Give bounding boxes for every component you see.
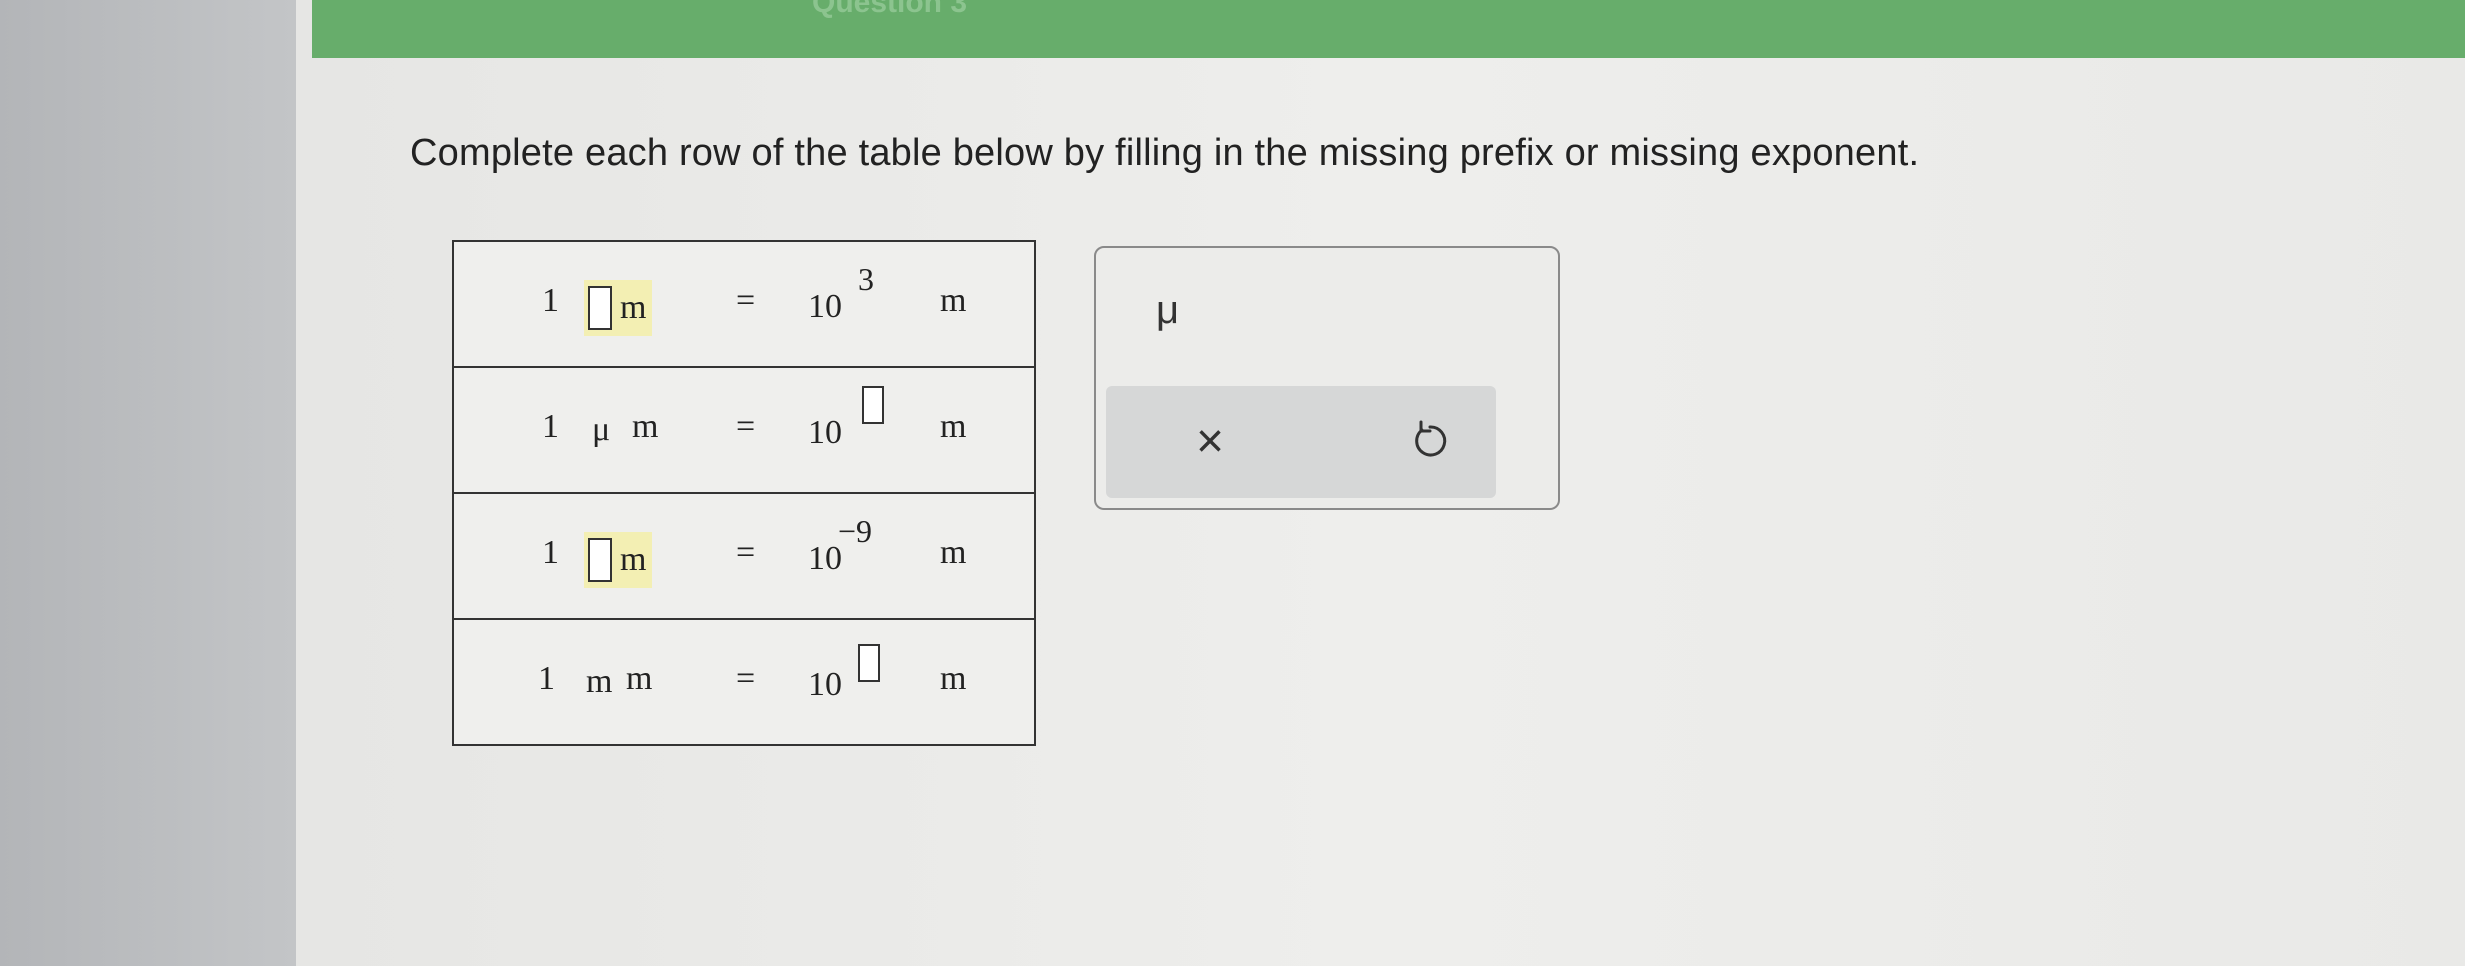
table-row: 1 m = 10 3 m bbox=[452, 240, 1036, 368]
quantity-one: 1 bbox=[542, 534, 559, 571]
exponent-slot bbox=[862, 380, 884, 430]
equals-sign: = bbox=[736, 408, 756, 445]
table-row: 1 μ m = 10 m bbox=[452, 366, 1036, 494]
equals-sign: = bbox=[736, 534, 756, 571]
quantity-one: 1 bbox=[542, 408, 559, 445]
exponent-slot bbox=[858, 638, 880, 688]
header-title: Question 3 bbox=[812, 0, 968, 19]
unit-label: m bbox=[632, 408, 659, 445]
symbol-palette: μ × bbox=[1094, 246, 1560, 510]
mu-key-button[interactable]: μ bbox=[1156, 288, 1179, 333]
prefix-answer-box[interactable] bbox=[588, 286, 612, 330]
base-ten: 10 bbox=[808, 414, 842, 451]
unit-m: m bbox=[940, 408, 967, 445]
clear-button[interactable]: × bbox=[1196, 414, 1224, 469]
exponent-value: −9 bbox=[838, 512, 873, 549]
unit-label: m bbox=[620, 289, 647, 326]
unit-m: m bbox=[940, 534, 967, 571]
header-bar: Question 3 bbox=[312, 0, 2465, 58]
table-row: 1 m = 10 −9 m bbox=[452, 492, 1036, 620]
equals-sign: = bbox=[736, 660, 756, 697]
exponent-answer-box[interactable] bbox=[862, 386, 884, 424]
conversion-table: 1 m = 10 3 m 1 μ m = 10 m 1 m = 10 −9 m … bbox=[452, 240, 1036, 746]
exponent-value: 3 bbox=[858, 260, 874, 297]
base-ten: 10 bbox=[808, 288, 842, 325]
prefix-value: m bbox=[586, 663, 613, 700]
quantity-one: 1 bbox=[542, 282, 559, 319]
prefix-highlight: m bbox=[584, 280, 653, 336]
unit-m: m bbox=[940, 282, 967, 319]
exponent-answer-box[interactable] bbox=[858, 644, 880, 682]
left-gutter bbox=[0, 0, 312, 966]
base-ten: 10 bbox=[808, 666, 842, 703]
prefix-answer-box[interactable] bbox=[588, 538, 612, 582]
unit-label: m bbox=[620, 541, 647, 578]
prefix-highlight: m bbox=[584, 532, 653, 588]
equals-sign: = bbox=[736, 282, 756, 319]
unit-m: m bbox=[940, 660, 967, 697]
palette-action-bar: × bbox=[1106, 386, 1496, 498]
quantity-one: 1 bbox=[538, 660, 555, 697]
unit-label: m bbox=[626, 660, 653, 697]
prefix-value: μ bbox=[592, 411, 611, 448]
base-ten: 10 bbox=[808, 540, 842, 577]
undo-icon[interactable] bbox=[1408, 418, 1452, 462]
instruction-text: Complete each row of the table below by … bbox=[410, 132, 1920, 174]
table-row: 1 m m = 10 m bbox=[452, 618, 1036, 746]
